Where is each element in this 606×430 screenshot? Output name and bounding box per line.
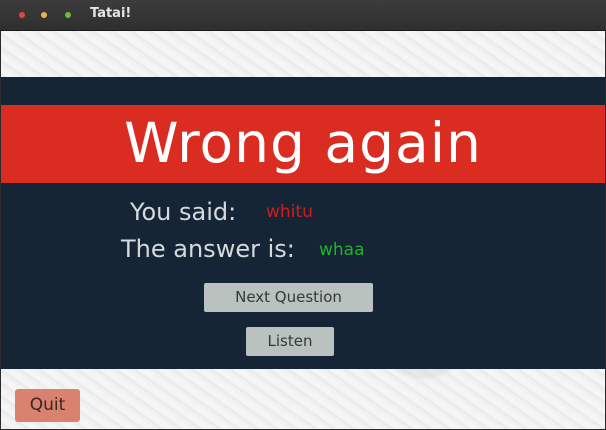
you-said-value: whitu [266,202,313,222]
title-bar[interactable]: Tatai! [0,0,606,31]
minimize-icon[interactable] [41,12,47,18]
close-icon[interactable] [19,12,25,18]
result-panel: Wrong again You said: whitu The answer i… [1,77,605,369]
answer-value: whaa [319,240,365,260]
quit-button[interactable]: Quit [15,389,80,422]
result-banner: Wrong again [1,105,605,183]
you-said-label: You said: [130,198,237,226]
next-question-button[interactable]: Next Question [204,283,373,312]
app-window: Tatai! Wrong again You said: whitu The a… [0,0,606,430]
answer-label: The answer is: [121,235,295,263]
listen-button[interactable]: Listen [246,327,334,356]
app-content: Wrong again You said: whitu The answer i… [1,31,605,429]
result-heading: Wrong again [124,111,482,175]
maximize-icon[interactable] [65,12,71,18]
window-title: Tatai! [90,6,132,21]
